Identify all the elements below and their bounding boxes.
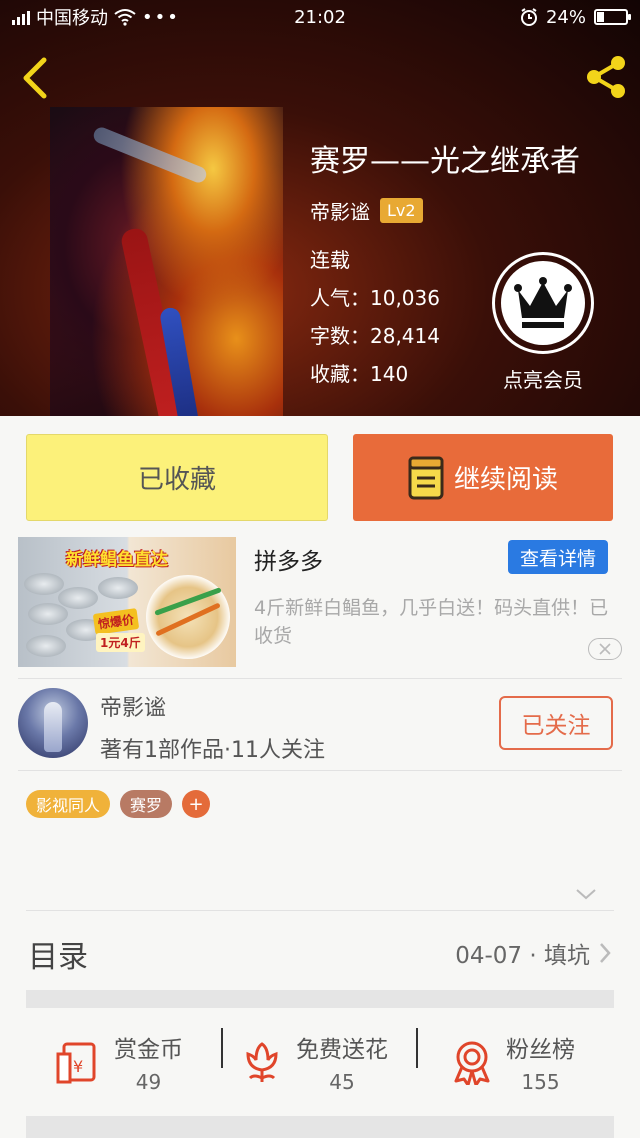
- continue-reading-label: 继续阅读: [453, 465, 558, 495]
- share-icon: [587, 56, 625, 98]
- follow-label: 已关注: [521, 713, 591, 739]
- follow-button[interactable]: 已关注: [499, 696, 613, 750]
- tag-list: 影视同人 赛罗 +: [26, 790, 211, 818]
- stat-value: 45: [329, 1070, 355, 1094]
- latest-chapter: 04-07 · 填坑: [455, 943, 590, 969]
- svg-text:¥: ¥: [73, 1057, 83, 1076]
- latest-chapter-link[interactable]: 04-07 · 填坑: [455, 936, 612, 970]
- view-details-label: 查看详情: [519, 547, 596, 570]
- member-label: 点亮会员: [503, 368, 583, 392]
- stat-value: 155: [521, 1070, 560, 1094]
- ad-description[interactable]: 4斤新鲜白鲳鱼，几乎白送！码头直供！已收货: [254, 594, 620, 650]
- expand-button[interactable]: [574, 884, 598, 904]
- battery-icon: [594, 9, 631, 25]
- share-button[interactable]: [580, 52, 630, 102]
- signal-icon: [12, 9, 30, 25]
- section-separator: [26, 1116, 614, 1138]
- flower-icon: [246, 1042, 278, 1082]
- serial-status: 连载: [310, 248, 350, 272]
- continue-reading-button[interactable]: 继续阅读: [353, 434, 613, 521]
- word-count-stat: 字数：28,414: [310, 324, 440, 348]
- level-badge: Lv2: [380, 198, 423, 223]
- book-cover[interactable]: [50, 107, 283, 416]
- ad-close-button[interactable]: [588, 638, 622, 660]
- chevron-left-icon: [23, 57, 47, 99]
- section-separator: [26, 990, 614, 1008]
- fan-ranking-button[interactable]: 粉丝榜 155: [452, 1028, 575, 1096]
- crown-icon: [514, 277, 572, 328]
- book-icon: [408, 456, 444, 499]
- stat-value: 49: [135, 1070, 162, 1094]
- status-bar: 中国移动 ••• 21:02 24%: [0, 0, 640, 34]
- author-name[interactable]: 帝影谧: [310, 196, 370, 225]
- more-dots-icon: •••: [142, 6, 180, 28]
- member-button[interactable]: [492, 252, 594, 354]
- divider: [18, 678, 622, 679]
- tag-item[interactable]: 赛罗: [120, 790, 173, 818]
- tag-item[interactable]: 影视同人: [26, 790, 111, 818]
- wifi-icon: [114, 9, 136, 26]
- red-envelope-icon: ¥: [56, 1042, 96, 1084]
- divider: [26, 910, 614, 911]
- favorites-stat: 收藏：140: [310, 362, 409, 386]
- author-line: 帝影谧 Lv2: [310, 196, 423, 225]
- alarm-icon: [520, 8, 537, 26]
- close-icon: [599, 643, 611, 655]
- ad-image-price: 1元4斤: [96, 633, 145, 652]
- stat-label: 免费送花: [296, 1037, 388, 1063]
- toc-label[interactable]: 目录: [28, 932, 88, 976]
- view-details-button[interactable]: 查看详情: [508, 540, 608, 574]
- popularity-stat: 人气：10,036: [310, 286, 440, 310]
- reward-coins-button[interactable]: ¥ 赏金币 49: [56, 1028, 183, 1096]
- divider: [221, 1028, 223, 1068]
- medal-icon: [454, 1041, 490, 1085]
- ad-image-tag: 惊爆价: [92, 608, 140, 635]
- avatar[interactable]: [18, 688, 88, 758]
- stat-label: 粉丝榜: [506, 1037, 575, 1063]
- ad-title[interactable]: 拼多多: [254, 542, 323, 576]
- divider: [416, 1028, 418, 1068]
- carrier-name: 中国移动: [36, 8, 108, 29]
- back-button[interactable]: [18, 56, 54, 100]
- author-card-name[interactable]: 帝影谧: [100, 690, 166, 722]
- chevron-down-icon: [576, 889, 596, 900]
- collected-label: 已收藏: [137, 465, 216, 495]
- ad-image-title: 新鲜鲳鱼直达: [66, 550, 168, 570]
- stat-label: 赏金币: [114, 1037, 183, 1063]
- collected-button[interactable]: 已收藏: [26, 434, 328, 521]
- battery-percent: 24%: [545, 6, 586, 28]
- book-title: 赛罗——光之继承者: [310, 144, 580, 179]
- author-card-stats: 著有1部作品·11人关注: [100, 738, 325, 763]
- chevron-right-icon: [600, 943, 611, 963]
- send-flowers-button[interactable]: 免费送花 45: [242, 1028, 388, 1096]
- ad-image[interactable]: 新鲜鲳鱼直达 惊爆价 1元4斤: [18, 537, 236, 667]
- book-header: 中国移动 ••• 21:02 24% 赛罗——光之继承者 帝影谧 Lv2 连载 …: [0, 0, 640, 416]
- divider: [18, 770, 622, 771]
- add-tag-button[interactable]: +: [182, 790, 211, 818]
